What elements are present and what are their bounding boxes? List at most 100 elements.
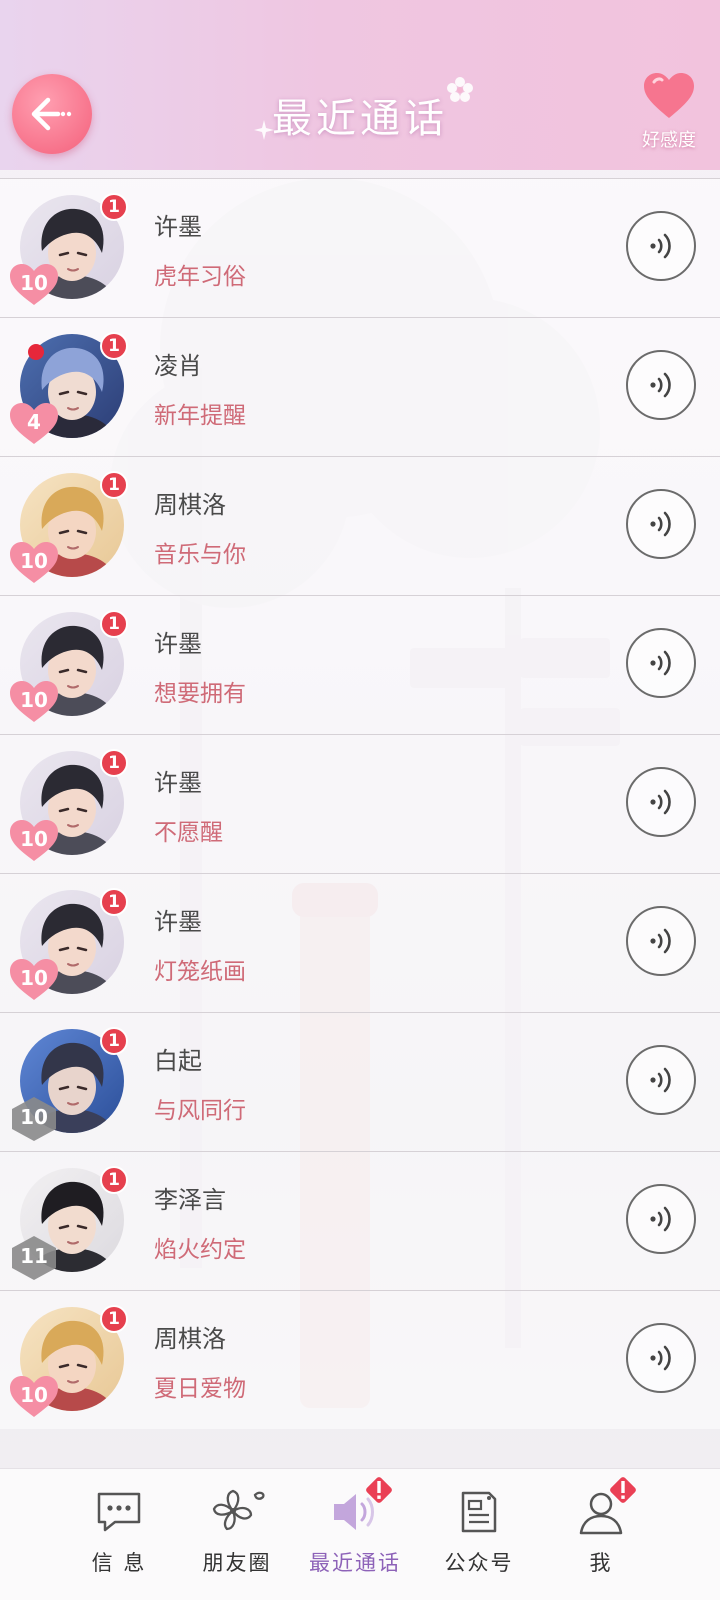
affinity-level-badge: 10 (8, 1095, 60, 1141)
unread-count-badge: 1 (100, 193, 128, 221)
contact-name: 许墨 (154, 908, 202, 936)
contact-name: 许墨 (154, 213, 202, 241)
call-row[interactable]: 1 10 许墨 想要拥有 (0, 595, 720, 734)
play-call-button[interactable] (626, 628, 696, 698)
chat-bubble-icon (97, 1492, 141, 1532)
contact-name: 凌肖 (154, 352, 202, 380)
call-row[interactable]: 1 10 周棋洛 夏日爱物 (0, 1290, 720, 1429)
page-title: 最近通话 (272, 96, 448, 142)
contact-avatar-wrap[interactable]: 1 11 (12, 1166, 128, 1280)
tab-recent-calls-label: 最近通话 (309, 1551, 401, 1575)
affinity-level-badge: 11 (8, 1234, 60, 1280)
contact-avatar-wrap[interactable]: 1 10 (10, 193, 128, 305)
call-topic: 夏日爱物 (154, 1376, 246, 1402)
heart-icon (644, 73, 694, 118)
recent-calls-list: 1 10 许墨 虎年习俗 1 4 凌肖 新年提醒 1 10 周棋洛 音乐与你 1… (0, 178, 720, 1429)
play-call-button[interactable] (626, 906, 696, 976)
play-call-button[interactable] (626, 489, 696, 559)
affinity-level-badge: 10 (8, 817, 60, 863)
contact-avatar-wrap[interactable]: 1 10 (10, 1305, 128, 1417)
favorability-button[interactable]: 好感度 (632, 72, 706, 158)
tab-messages-label: 信 息 (91, 1551, 147, 1575)
play-call-button[interactable] (626, 211, 696, 281)
affinity-level-badge: 10 (8, 678, 60, 724)
call-topic: 与风同行 (154, 1098, 246, 1124)
call-topic: 虎年习俗 (154, 264, 246, 290)
call-topic: 不愿醒 (154, 820, 223, 846)
call-row[interactable]: 1 10 许墨 虎年习俗 (0, 178, 720, 317)
call-row[interactable]: 1 11 李泽言 焰火约定 (0, 1151, 720, 1290)
sakura-flower-icon (212, 1489, 265, 1531)
play-call-button[interactable] (626, 1045, 696, 1115)
sound-wave-icon (650, 233, 671, 259)
contact-avatar-wrap[interactable]: 1 10 (10, 888, 128, 1000)
play-call-button[interactable] (626, 1184, 696, 1254)
tab-official-accounts[interactable]: 公众号 (424, 1483, 534, 1593)
affinity-level-value: 10 (20, 271, 48, 295)
call-row[interactable]: 1 4 凌肖 新年提醒 (0, 317, 720, 456)
bottom-tab-bar: 信 息 朋友圈 最近通话 公众号 我 (0, 1468, 720, 1600)
play-call-button[interactable] (626, 767, 696, 837)
contact-name: 李泽言 (154, 1186, 226, 1214)
play-call-button[interactable] (626, 350, 696, 420)
sound-wave-icon (650, 1345, 671, 1371)
contact-avatar-wrap[interactable]: 1 10 (10, 749, 128, 861)
unread-count-badge: 1 (100, 1166, 128, 1194)
call-topic: 音乐与你 (154, 542, 246, 568)
unread-count-badge: 1 (100, 1027, 128, 1055)
contact-avatar-wrap[interactable]: 1 10 (12, 1027, 128, 1141)
affinity-level-badge: 10 (8, 1373, 60, 1419)
affinity-level-badge: 4 (8, 400, 60, 446)
unread-count-badge: 1 (100, 1305, 128, 1333)
sound-wave-icon (650, 1206, 671, 1232)
contact-name: 白起 (154, 1047, 202, 1075)
unread-count-badge: 1 (100, 471, 128, 499)
call-row[interactable]: 1 10 许墨 不愿醒 (0, 734, 720, 873)
unread-count-badge: 1 (100, 749, 128, 777)
sound-wave-icon (650, 789, 671, 815)
affinity-level-badge: 10 (8, 539, 60, 585)
call-topic: 新年提醒 (154, 403, 246, 429)
affinity-level-value: 10 (20, 688, 48, 712)
affinity-level-value: 10 (20, 1105, 48, 1129)
unread-count-badge: 1 (100, 610, 128, 638)
affinity-level-value: 4 (27, 410, 41, 434)
contact-avatar-wrap[interactable]: 1 10 (10, 610, 128, 722)
unread-count-badge: 1 (100, 888, 128, 916)
tab-moments-label: 朋友圈 (202, 1551, 272, 1575)
call-row[interactable]: 1 10 许墨 灯笼纸画 (0, 873, 720, 1012)
tab-me[interactable]: 我 (546, 1477, 656, 1593)
contact-avatar-wrap[interactable]: 1 10 (10, 471, 128, 583)
affinity-level-value: 10 (20, 1383, 48, 1407)
affinity-level-value: 11 (20, 1244, 48, 1268)
call-topic: 焰火约定 (154, 1237, 246, 1263)
sound-wave-icon (650, 511, 671, 537)
contact-name: 周棋洛 (154, 1325, 226, 1353)
call-row[interactable]: 1 10 白起 与风同行 (0, 1012, 720, 1151)
tab-moments[interactable]: 朋友圈 (182, 1483, 292, 1593)
call-row[interactable]: 1 10 周棋洛 音乐与你 (0, 456, 720, 595)
contact-name: 许墨 (154, 630, 202, 658)
sound-wave-icon (650, 650, 671, 676)
affinity-level-badge: 10 (8, 261, 60, 307)
alert-badge-icon (366, 1477, 392, 1503)
affinity-level-value: 10 (20, 966, 48, 990)
tab-official-accounts-label: 公众号 (444, 1551, 514, 1575)
sound-wave-icon (650, 928, 671, 954)
play-call-button[interactable] (626, 1323, 696, 1393)
contact-name: 周棋洛 (154, 491, 226, 519)
call-topic: 想要拥有 (154, 681, 246, 707)
tab-recent-calls[interactable]: 最近通话 (300, 1477, 410, 1593)
alert-badge-icon (610, 1477, 636, 1503)
affinity-level-value: 10 (20, 549, 48, 573)
sound-wave-icon (650, 372, 671, 398)
notification-dot (28, 344, 44, 360)
affinity-level-value: 10 (20, 827, 48, 851)
call-topic: 灯笼纸画 (154, 959, 246, 985)
tab-messages[interactable]: 信 息 (64, 1483, 174, 1593)
document-icon (461, 1491, 497, 1533)
unread-count-badge: 1 (100, 332, 128, 360)
tab-me-label: 我 (589, 1551, 613, 1575)
affinity-level-badge: 10 (8, 956, 60, 1002)
contact-name: 许墨 (154, 769, 202, 797)
